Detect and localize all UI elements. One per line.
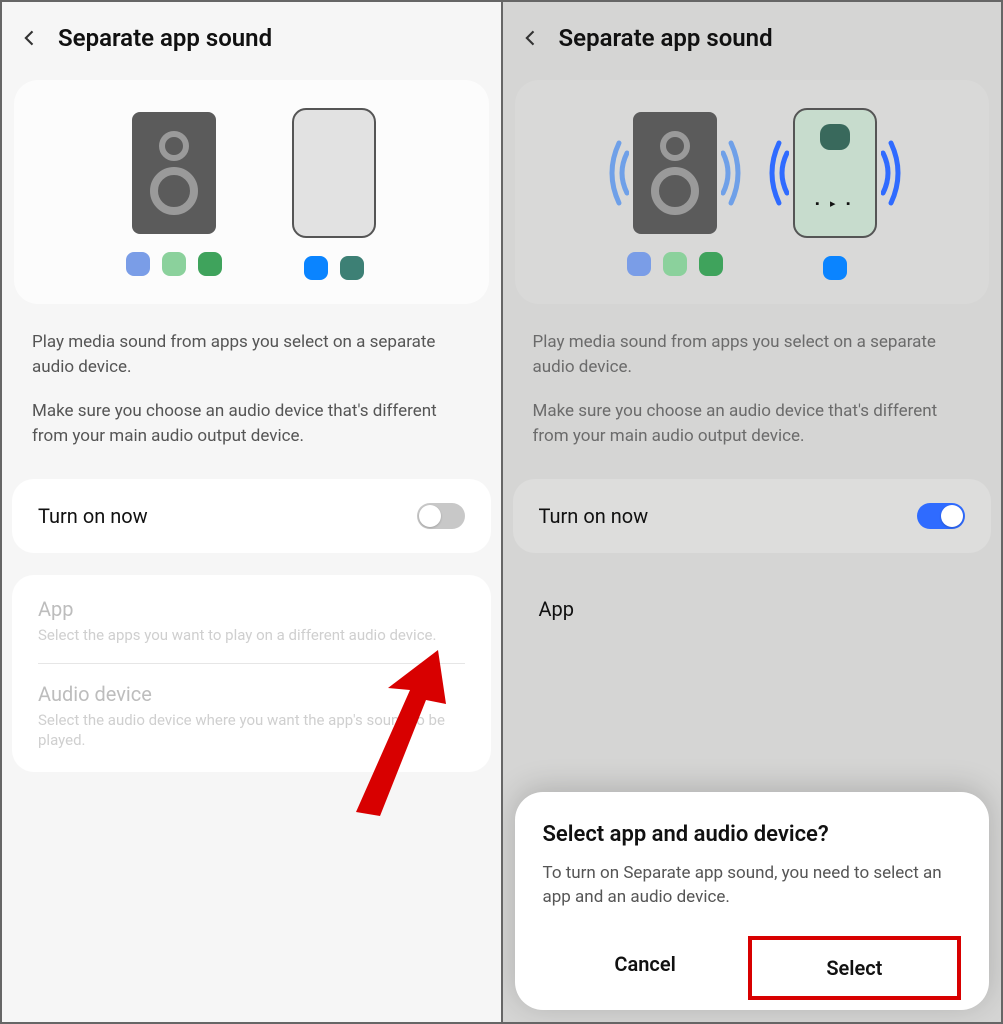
- audio-device-title: Audio device: [38, 682, 465, 706]
- phone-icon: [292, 108, 376, 238]
- dialog-title: Select app and audio device?: [543, 822, 962, 847]
- back-icon[interactable]: [20, 28, 40, 48]
- desc-line-1: Play media sound from apps you select on…: [32, 330, 471, 379]
- turn-on-toggle[interactable]: [417, 503, 465, 529]
- sound-wave-icon: [721, 138, 751, 208]
- header: Separate app sound: [503, 2, 1002, 72]
- cancel-button[interactable]: Cancel: [543, 936, 748, 1000]
- dialog-body: To turn on Separate app sound, you need …: [543, 861, 962, 910]
- turn-on-row[interactable]: Turn on now: [513, 479, 992, 553]
- app-row-title: App: [38, 597, 465, 621]
- audio-device-row: Audio device Select the audio device whe…: [38, 663, 465, 769]
- back-icon[interactable]: [521, 28, 541, 48]
- desc-line-1: Play media sound from apps you select on…: [533, 330, 972, 379]
- sound-wave-icon: [759, 138, 789, 208]
- phone-group: ▪ ▸ ▪: [793, 108, 877, 280]
- turn-on-row[interactable]: Turn on now: [12, 479, 491, 553]
- desc-line-2: Make sure you choose an audio device tha…: [32, 399, 471, 448]
- app-row-title: App: [539, 597, 966, 621]
- speaker-app-dots: [126, 252, 222, 276]
- phone-app-dots: [823, 256, 847, 280]
- media-controls-icon: ▪ ▸ ▪: [815, 197, 854, 210]
- phone-icon: ▪ ▸ ▪: [793, 108, 877, 238]
- turn-on-toggle[interactable]: [917, 503, 965, 529]
- speaker-icon: [132, 112, 216, 234]
- turn-on-label: Turn on now: [539, 504, 649, 528]
- desc-line-2: Make sure you choose an audio device tha…: [533, 399, 972, 448]
- description: Play media sound from apps you select on…: [2, 322, 501, 457]
- sound-wave-icon: [599, 138, 629, 208]
- screenshot-right: Separate app sound: [503, 2, 1002, 1022]
- audio-device-desc: Select the audio device where you want t…: [38, 710, 465, 751]
- select-button[interactable]: Select: [748, 936, 961, 1000]
- speaker-app-dots: [627, 252, 723, 276]
- phone-app-dots: [304, 256, 364, 280]
- dialog-actions: Cancel Select: [543, 936, 962, 1000]
- phone-group: [292, 108, 376, 280]
- speaker-icon: [633, 112, 717, 234]
- header: Separate app sound: [2, 2, 501, 72]
- sound-wave-icon: [881, 138, 911, 208]
- page-title: Separate app sound: [559, 24, 773, 52]
- speaker-group: [126, 112, 222, 276]
- options-section: App: [513, 575, 992, 643]
- select-app-dialog: Select app and audio device? To turn on …: [515, 792, 990, 1010]
- hero-illustration: [14, 80, 489, 304]
- description: Play media sound from apps you select on…: [503, 322, 1002, 457]
- app-row-desc: Select the apps you want to play on a di…: [38, 625, 465, 645]
- options-section: App Select the apps you want to play on …: [12, 575, 491, 773]
- hero-illustration: ▪ ▸ ▪: [515, 80, 990, 304]
- app-row[interactable]: App: [539, 579, 966, 639]
- page-title: Separate app sound: [58, 24, 272, 52]
- speaker-group: [627, 112, 723, 276]
- app-row: App Select the apps you want to play on …: [38, 579, 465, 663]
- screenshot-left: Separate app sound Play media sound from…: [2, 2, 501, 1022]
- turn-on-label: Turn on now: [38, 504, 148, 528]
